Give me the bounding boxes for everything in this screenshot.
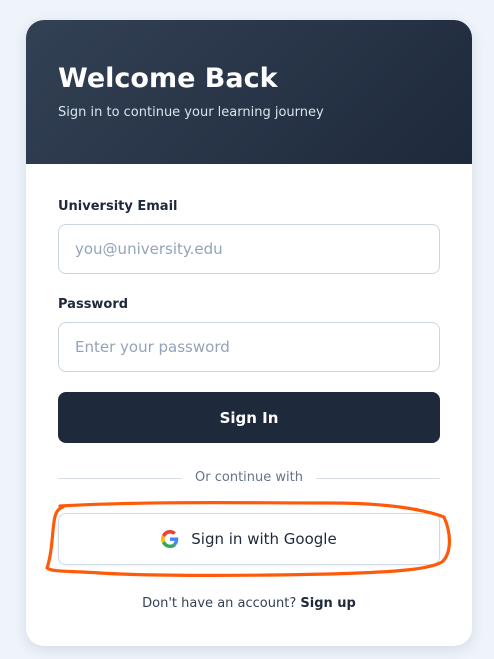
email-field[interactable] (58, 224, 440, 274)
divider-line-right (316, 478, 440, 479)
sign-up-link[interactable]: Sign up (300, 596, 355, 611)
page-subtitle: Sign in to continue your learning journe… (58, 105, 324, 120)
or-divider: Or continue with (58, 468, 440, 488)
email-label: University Email (58, 199, 178, 214)
google-sign-in-button[interactable]: Sign in with Google (58, 513, 440, 565)
password-field[interactable] (58, 322, 440, 372)
google-g-icon (161, 530, 179, 548)
login-card: Welcome Back Sign in to continue your le… (26, 20, 472, 646)
signup-prompt: Don't have an account? (142, 596, 297, 611)
sign-in-button[interactable]: Sign In (58, 392, 440, 443)
page-title: Welcome Back (58, 63, 278, 94)
google-button-label: Sign in with Google (191, 530, 337, 548)
password-label: Password (58, 297, 129, 312)
card-header: Welcome Back Sign in to continue your le… (26, 20, 472, 164)
signup-row: Don't have an account? Sign up (26, 596, 472, 611)
